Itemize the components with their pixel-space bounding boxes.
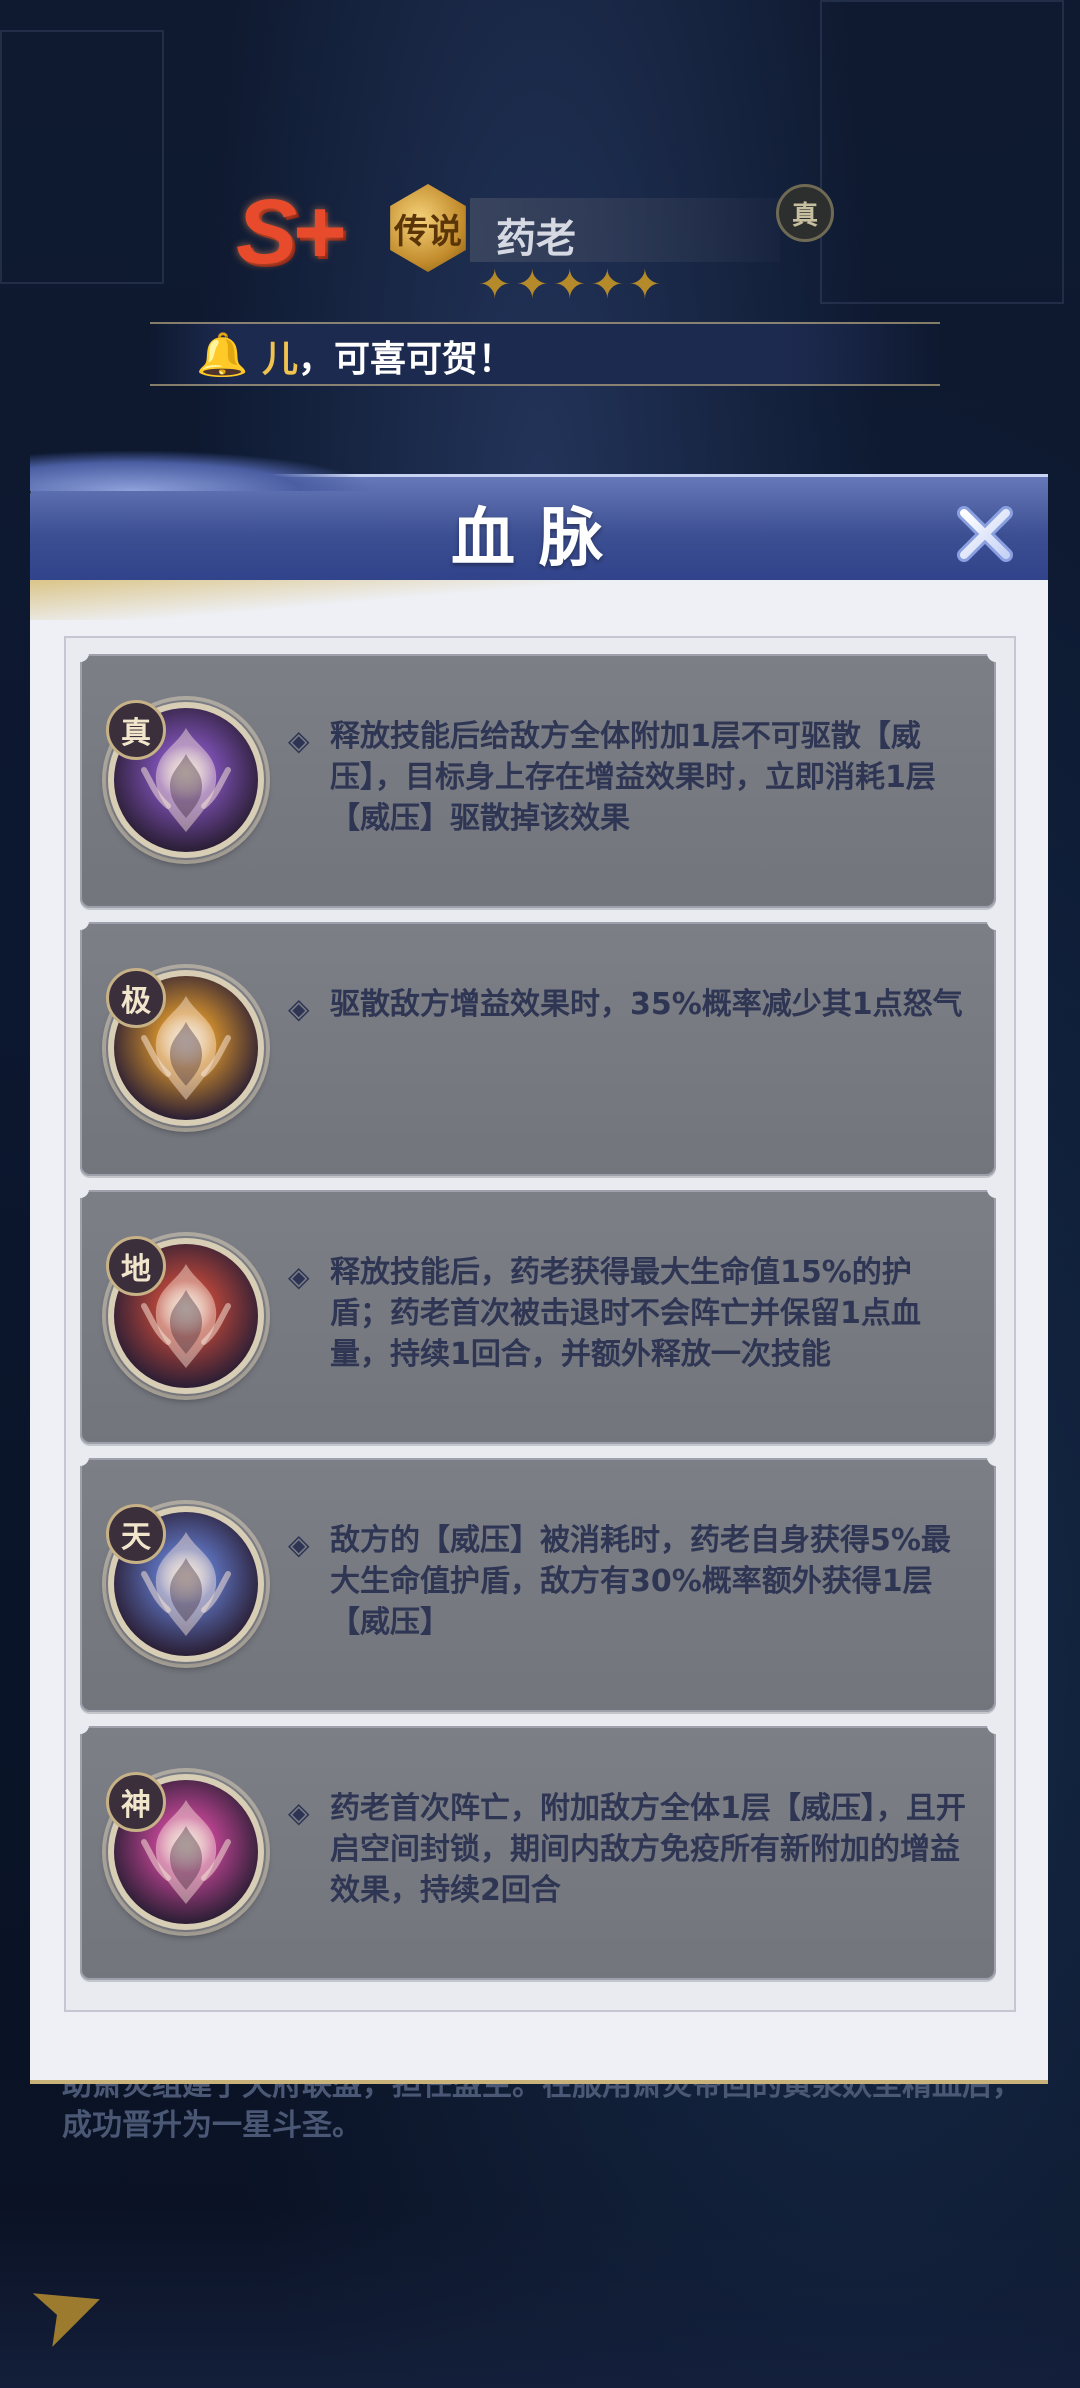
tier-tag: 天 [106, 1504, 166, 1564]
bloodline-list: 真 ◈ 释放技能后给敌方全体附加1层不可驱散【威压】，目标身上存在增益效果时，立即消… [71, 644, 1005, 1994]
dialog-body: 真 ◈ 释放技能后给敌方全体附加1层不可驱散【威压】，目标身上存在增益效果时，立即消… [30, 580, 1048, 2084]
diamond-bullet-icon: ◈ [288, 1796, 310, 1829]
close-icon [957, 506, 1013, 562]
bloodline-card: 极 ◈ 驱散敌方增益效果时，35%概率减少其1点怒气 [71, 912, 1005, 1176]
diamond-bullet-icon: ◈ [288, 992, 310, 1025]
tier-tag: 真 [106, 700, 166, 760]
background-panel [0, 30, 164, 284]
tier-tag: 地 [106, 1236, 166, 1296]
hero-name: 药老 [496, 216, 576, 262]
dialog-title: 血脉 [451, 501, 627, 576]
bloodline-description: 释放技能后给敌方全体附加1层不可驱散【威压】，目标身上存在增益效果时，立即消耗1… [330, 719, 936, 836]
bloodline-card: 地 ◈ 释放技能后，药老获得最大生命值15%的护盾；药老首次被击退时不会阵亡并保留1… [71, 1180, 1005, 1444]
congrats-highlight: 儿 [262, 339, 299, 380]
true-tag: 真 [776, 184, 834, 242]
tier-tag: 神 [106, 1772, 166, 1832]
diamond-bullet-icon: ◈ [288, 724, 310, 757]
bloodline-description: 驱散敌方增益效果时，35%概率减少其1点怒气 [330, 987, 963, 1022]
header-wave-decoration [30, 451, 370, 491]
bloodline-dialog: 血脉 真 ◈ 释放技能后给敌方全体附加1层不可驱散【威压】，目标身上存在增益效果时，… [30, 451, 1048, 2084]
congrats-text: 儿，可喜可贺！ [262, 330, 514, 382]
bloodline-card: 真 ◈ 释放技能后给敌方全体附加1层不可驱散【威压】，目标身上存在增益效果时，立即消… [71, 644, 1005, 908]
bloodline-description: 敌方的【威压】被消耗时，药老自身获得5%最大生命值护盾，敌方有30%概率额外获得… [330, 1523, 951, 1640]
close-button[interactable] [950, 499, 1020, 569]
bloodline-card: 天 ◈ 敌方的【威压】被消耗时，药老自身获得5%最大生命值护盾，敌方有30%概率额外… [71, 1448, 1005, 1712]
bloodline-description: 释放技能后，药老获得最大生命值15%的护盾；药老首次被击退时不会阵亡并保留1点血… [330, 1255, 921, 1372]
bottom-decoration [0, 2210, 1080, 2388]
bell-icon: 🔔 [196, 330, 249, 379]
congrats-rest: ，可喜可贺！ [298, 339, 515, 380]
rank-badge: S+ [236, 181, 345, 283]
diamond-bullet-icon: ◈ [288, 1260, 310, 1293]
bloodline-description: 药老首次阵亡，附加敌方全体1层【威压】，且开启空间封锁，期间内敌方免疫所有新附加… [330, 1791, 966, 1908]
bloodline-card: 神 ◈ 药老首次阵亡，附加敌方全体1层【威压】，且开启空间封锁，期间内敌方免疫所有新… [71, 1716, 1005, 1980]
dialog-header: 血脉 [30, 451, 1048, 583]
gold-swoosh-decoration [30, 580, 1048, 620]
diamond-bullet-icon: ◈ [288, 1528, 310, 1561]
star-rating: ✦✦✦✦✦ [478, 262, 666, 308]
tier-tag: 极 [106, 968, 166, 1028]
background-panel [820, 0, 1064, 304]
